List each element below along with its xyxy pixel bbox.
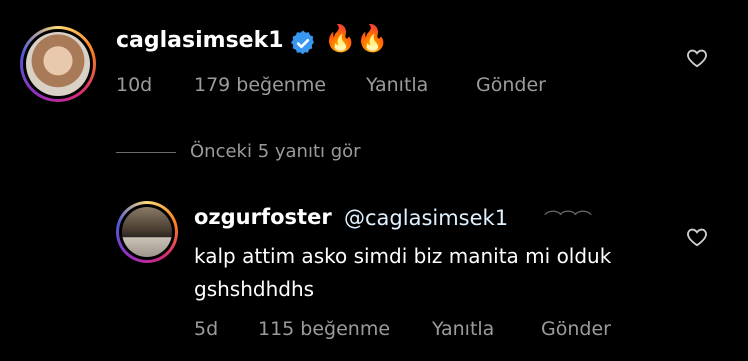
comment-time: 5d <box>194 318 219 340</box>
mention-link[interactable]: @caglasimsek1 <box>344 206 508 230</box>
like-heart-icon[interactable] <box>686 227 708 247</box>
username-caglasimsek1[interactable]: caglasimsek1 <box>116 28 284 53</box>
comment-time: 10d <box>116 74 153 96</box>
replies-divider <box>116 152 176 153</box>
view-previous-replies[interactable]: Önceki 5 yanıtı gör <box>190 141 361 162</box>
profile-photo <box>122 207 172 257</box>
like-heart-icon[interactable] <box>686 48 708 68</box>
like-count[interactable]: 115 beğenme <box>258 318 390 340</box>
like-count[interactable]: 179 beğenme <box>194 74 326 96</box>
send-button[interactable]: Gönder <box>476 74 546 96</box>
fire-emoji-icon: 🔥 <box>356 24 389 54</box>
profile-photo <box>26 32 90 96</box>
username-ozgurfoster[interactable]: ozgurfoster <box>194 205 332 229</box>
avatar-caglasimsek1[interactable] <box>20 26 96 102</box>
decorative-marks-icon: ⌒⌒⌒ <box>544 210 592 231</box>
fire-emoji-icon: 🔥 <box>324 24 357 54</box>
comment-text: kalp attim asko simdi biz manita mi oldu… <box>194 244 612 301</box>
send-button[interactable]: Gönder <box>541 318 611 340</box>
avatar-ozgurfoster[interactable] <box>116 201 178 263</box>
reply-button[interactable]: Yanıtla <box>432 318 494 340</box>
verified-badge-icon <box>290 30 314 55</box>
reply-button[interactable]: Yanıtla <box>366 74 428 96</box>
